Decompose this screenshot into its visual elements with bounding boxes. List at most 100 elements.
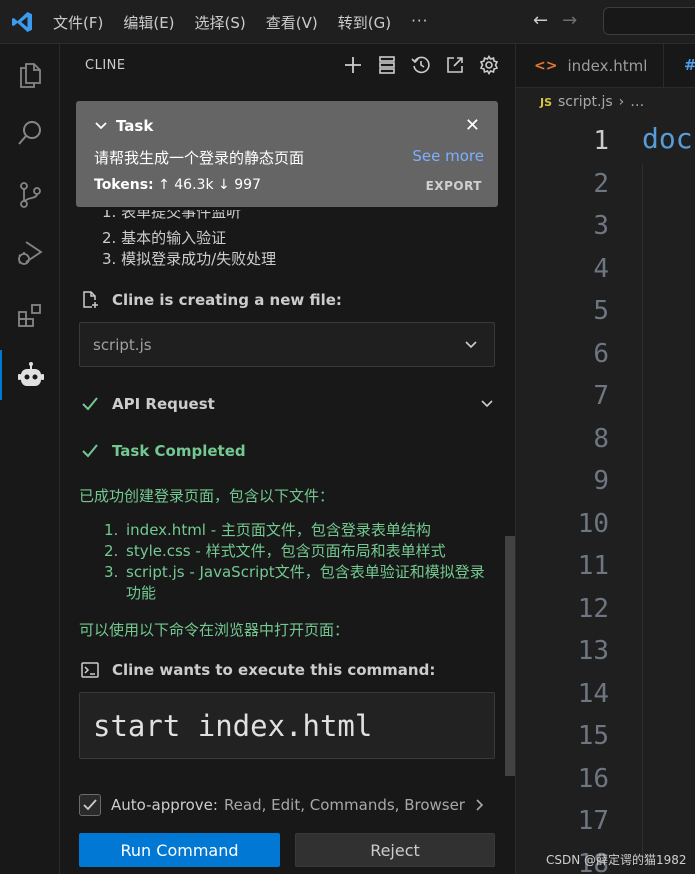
code-line[interactable]: doc [642, 122, 693, 155]
task-completed-label: Task Completed [112, 442, 246, 460]
plus-icon [345, 57, 361, 73]
cline-activity[interactable] [0, 350, 60, 400]
menu-edit[interactable]: 编辑(E) [123, 12, 174, 33]
line-number: 8 [593, 423, 609, 454]
source-control-activity[interactable] [0, 170, 60, 220]
chevron-down-icon [95, 122, 107, 130]
command-text: start index.html [93, 709, 373, 743]
line-number: 5 [593, 296, 609, 326]
tokens-label: Tokens: [94, 177, 154, 193]
command-center-search[interactable] [603, 7, 695, 35]
list-number: 1. [104, 521, 119, 539]
line-number: 14 [577, 678, 609, 709]
file-dropdown[interactable]: script.js [79, 322, 495, 367]
check-icon [82, 444, 98, 458]
list-text: script.js - JavaScript文件，包含表单验证和模拟登录功能 [126, 563, 485, 602]
line-number: 2 [593, 168, 609, 199]
tab-index-html[interactable]: <> index.html [516, 44, 664, 88]
list-number: 3. [104, 563, 119, 581]
breadcrumb-more[interactable]: … [630, 94, 644, 110]
menu-file[interactable]: 文件(F) [53, 12, 103, 33]
new-task-button[interactable] [342, 54, 364, 76]
reject-button[interactable]: Reject [295, 833, 495, 867]
line-number: 7 [593, 381, 609, 411]
run-command-button[interactable]: Run Command [79, 833, 280, 867]
chevron-right-icon[interactable] [473, 798, 485, 812]
close-icon[interactable]: ✕ [465, 115, 480, 136]
history-button[interactable] [410, 54, 432, 76]
nav-arrows: ← → [533, 10, 577, 31]
server-icon [379, 56, 395, 74]
search-icon [18, 121, 41, 145]
tokens-info: Tokens: ↑ 46.3k ↓ 997 [94, 177, 261, 193]
chevron-down-icon [481, 400, 493, 408]
checkmark-icon [83, 799, 97, 811]
editor-area: <> index.html # JS script.js › … 1 2 3 4… [515, 44, 695, 874]
extensions-activity[interactable] [0, 290, 60, 340]
line-number: 3 [593, 211, 609, 241]
line-number: 1 [593, 126, 609, 156]
run-debug-activity[interactable] [0, 228, 60, 278]
file-name: script.js [93, 336, 152, 354]
api-request-label: API Request [112, 395, 215, 413]
gear-icon [479, 55, 499, 75]
external-link-icon [447, 57, 463, 73]
list-text: style.css - 样式文件，包含页面布局和表单样式 [126, 542, 446, 560]
cline-panel: CLINE Task ✕ 请帮我生成一个登录的静态页面 See more Tok… [60, 44, 515, 874]
menu-go[interactable]: 转到(G) [338, 12, 391, 33]
task-heading: Task [116, 117, 154, 135]
line-number-gutter: 1 2 3 4 5 6 7 8 9 10 11 12 13 14 15 16 1… [516, 120, 611, 874]
completion-summary: 已成功创建登录页面，包含以下文件： [79, 487, 335, 505]
see-more-link[interactable]: See more [412, 147, 484, 165]
clipped-list-item: 1. 表单提交事件监听 [102, 210, 482, 222]
open-in-editor-button[interactable] [444, 54, 466, 76]
forward-arrow-icon[interactable]: → [562, 10, 577, 31]
back-arrow-icon[interactable]: ← [533, 10, 548, 31]
menu-selection[interactable]: 选择(S) [195, 12, 246, 33]
scrollbar-thumb[interactable] [505, 536, 515, 776]
list-number: 2. [104, 542, 119, 560]
line-number: 12 [577, 593, 609, 624]
panel-title: CLINE [85, 58, 126, 73]
settings-button[interactable] [478, 54, 500, 76]
task-card: Task ✕ 请帮我生成一个登录的静态页面 See more Tokens: ↑… [76, 101, 498, 207]
panel-toolbar [342, 54, 500, 76]
menu-view[interactable]: 查看(V) [266, 12, 318, 33]
line-number: 15 [577, 721, 609, 751]
list-item: 2. style.css - 样式文件，包含页面布局和表单样式 [104, 541, 494, 562]
mcp-servers-button[interactable] [376, 54, 398, 76]
line-number: 6 [593, 338, 609, 369]
explorer-activity[interactable] [0, 50, 60, 100]
source-control-icon [20, 182, 41, 208]
vscode-logo-icon[interactable] [10, 10, 34, 34]
new-file-icon [83, 291, 98, 308]
task-header[interactable]: Task [94, 117, 153, 135]
command-box: start index.html [79, 692, 495, 759]
run-debug-icon [18, 241, 43, 265]
list-item: 2. 基本的输入验证 [102, 229, 227, 247]
extensions-icon [18, 304, 41, 327]
feature-list: 2. 基本的输入验证 3. 模拟登录成功/失败处理 [102, 228, 276, 270]
auto-approve-checkbox[interactable] [79, 794, 101, 816]
auto-approve-row: Auto-approve: Read, Edit, Commands, Brow… [79, 794, 485, 816]
chevron-down-icon [465, 341, 477, 349]
html-file-icon: <> [534, 58, 558, 74]
search-activity[interactable] [0, 108, 60, 158]
activity-bar [0, 44, 60, 874]
export-button[interactable]: EXPORT [426, 179, 482, 193]
list-item: 1. index.html - 主页面文件，包含登录表单结构 [104, 520, 494, 541]
line-number: 10 [577, 508, 609, 539]
open-hint: 可以使用以下命令在浏览器中打开页面： [79, 621, 350, 639]
api-request-row[interactable]: API Request [80, 394, 496, 414]
check-icon [82, 397, 98, 411]
list-item: 3. script.js - JavaScript文件，包含表单验证和模拟登录功能 [104, 562, 494, 604]
css-file-icon[interactable]: # [684, 56, 695, 74]
breadcrumb-separator-icon: › [618, 94, 625, 110]
breadcrumb-file[interactable]: script.js [558, 94, 613, 110]
auto-approve-label: Auto-approve: [111, 796, 218, 814]
auto-approve-options[interactable]: Read, Edit, Commands, Browser [224, 796, 465, 814]
files-icon [20, 63, 41, 88]
menu-more[interactable]: ··· [411, 12, 428, 33]
execute-header: Cline wants to execute this command: [80, 660, 435, 680]
terminal-icon [81, 662, 99, 678]
